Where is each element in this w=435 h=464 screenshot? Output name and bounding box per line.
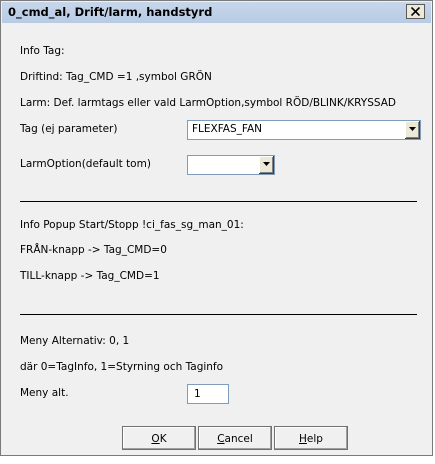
cancel-button-label-rest: ancel — [224, 433, 253, 445]
menu-description-text: där 0=TagInfo, 1=Styrning och Taginfo — [20, 361, 224, 373]
help-button-label-rest: elp — [306, 433, 323, 445]
help-button-mnemonic: H — [299, 433, 307, 445]
chevron-down-icon — [409, 127, 416, 131]
cancel-button-mnemonic: C — [217, 433, 225, 445]
ok-button-label: OK — [151, 433, 166, 445]
help-button-label: Help — [299, 433, 323, 445]
separator-2 — [20, 314, 417, 315]
larm-text: Larm: Def. larmtags eller vald LarmOptio… — [20, 97, 396, 109]
close-icon — [411, 7, 420, 16]
cancel-button[interactable]: Cancel — [198, 426, 272, 450]
help-button[interactable]: Help — [274, 426, 348, 450]
tag-combobox-dropdown-button[interactable] — [404, 121, 420, 139]
ok-button-mnemonic: O — [151, 433, 160, 445]
tag-field-label: Tag (ej parameter) — [20, 123, 118, 135]
fran-text: FRÅN-knapp -> Tag_CMD=0 — [20, 244, 167, 256]
menu-alt-input-value: 1 — [194, 388, 201, 400]
larm-option-dropdown-button[interactable] — [258, 156, 274, 174]
popup-info-header: Info Popup Start/Stopp !ci_fas_sg_man_01… — [20, 219, 244, 231]
tag-combobox-value: FLEXFAS_FAN — [192, 123, 263, 135]
chevron-down-icon — [263, 162, 270, 166]
cancel-button-label: Cancel — [217, 433, 253, 445]
ok-button-label-rest: K — [159, 433, 167, 445]
menu-alternatives-text: Meny Alternativ: 0, 1 — [20, 335, 130, 347]
larm-option-combobox[interactable] — [187, 155, 275, 175]
title-bar[interactable]: 0_cmd_al, Drift/larm, handstyrd — [2, 2, 431, 23]
till-text: TILL-knapp -> Tag_CMD=1 — [20, 270, 160, 282]
dialog-window: 0_cmd_al, Drift/larm, handstyrd Info Tag… — [0, 0, 433, 456]
ok-button[interactable]: OK — [122, 426, 196, 450]
window-title: 0_cmd_al, Drift/larm, handstyrd — [8, 5, 213, 19]
tag-combobox[interactable]: FLEXFAS_FAN — [187, 120, 421, 140]
larm-option-label: LarmOption(default tom) — [20, 158, 151, 170]
driftind-text: Driftind: Tag_CMD =1 ,symbol GRÖN — [20, 71, 212, 83]
menu-alt-input[interactable]: 1 — [187, 384, 229, 404]
separator-1 — [20, 201, 417, 202]
menu-alt-label: Meny alt. — [20, 387, 69, 399]
close-button[interactable] — [406, 4, 425, 19]
info-tag-header: Info Tag: — [20, 45, 65, 57]
